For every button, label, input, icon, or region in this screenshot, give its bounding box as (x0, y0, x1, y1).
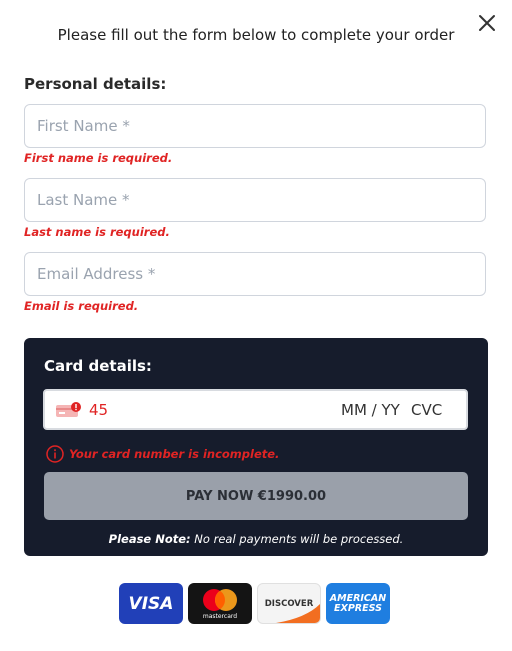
note-text: No real payments will be processed. (190, 532, 404, 546)
card-expiry-field[interactable]: MM / YY (341, 401, 400, 419)
first-name-input[interactable] (24, 104, 486, 148)
amex-logo-line1: AMERICAN (329, 592, 387, 604)
card-error: Your card number is incomplete. (45, 444, 279, 464)
card-number-field[interactable]: 45 (89, 401, 108, 419)
mastercard-circles-icon (203, 588, 237, 611)
card-details-panel: Card details: 45 MM / YY CVC Your card n… (24, 338, 488, 556)
card-details-title: Card details: (44, 357, 152, 375)
discover-swoosh-icon (276, 604, 320, 623)
payment-methods: VISA mastercard DISCOVER AMERICAN EXPRES… (119, 583, 390, 624)
card-error-icon (56, 402, 81, 417)
mastercard-logo-text: mastercard (202, 612, 238, 620)
card-cvc-field[interactable]: CVC (411, 401, 442, 419)
info-icon (46, 445, 64, 463)
discover-logo: DISCOVER (257, 583, 321, 624)
note-label: Please Note: (108, 532, 191, 546)
card-input[interactable]: 45 MM / YY CVC (43, 389, 468, 430)
personal-details-title: Personal details: (24, 75, 167, 93)
pay-now-button[interactable]: PAY NOW €1990.00 (44, 472, 468, 520)
email-input[interactable] (24, 252, 486, 296)
card-error-text: Your card number is incomplete. (69, 447, 280, 461)
visa-logo: VISA (119, 583, 183, 624)
last-name-input[interactable] (24, 178, 486, 222)
first-name-error: First name is required. (24, 151, 173, 165)
visa-logo-text: VISA (128, 593, 174, 614)
form-header: Please fill out the form below to comple… (57, 26, 455, 44)
email-error: Email is required. (24, 299, 139, 313)
mastercard-logo: mastercard (188, 583, 252, 624)
last-name-error: Last name is required. (24, 225, 170, 239)
amex-logo-line2: EXPRESS (334, 602, 382, 614)
amex-logo: AMERICAN EXPRESS (326, 583, 390, 624)
payment-note: Please Note: No real payments will be pr… (24, 532, 488, 546)
